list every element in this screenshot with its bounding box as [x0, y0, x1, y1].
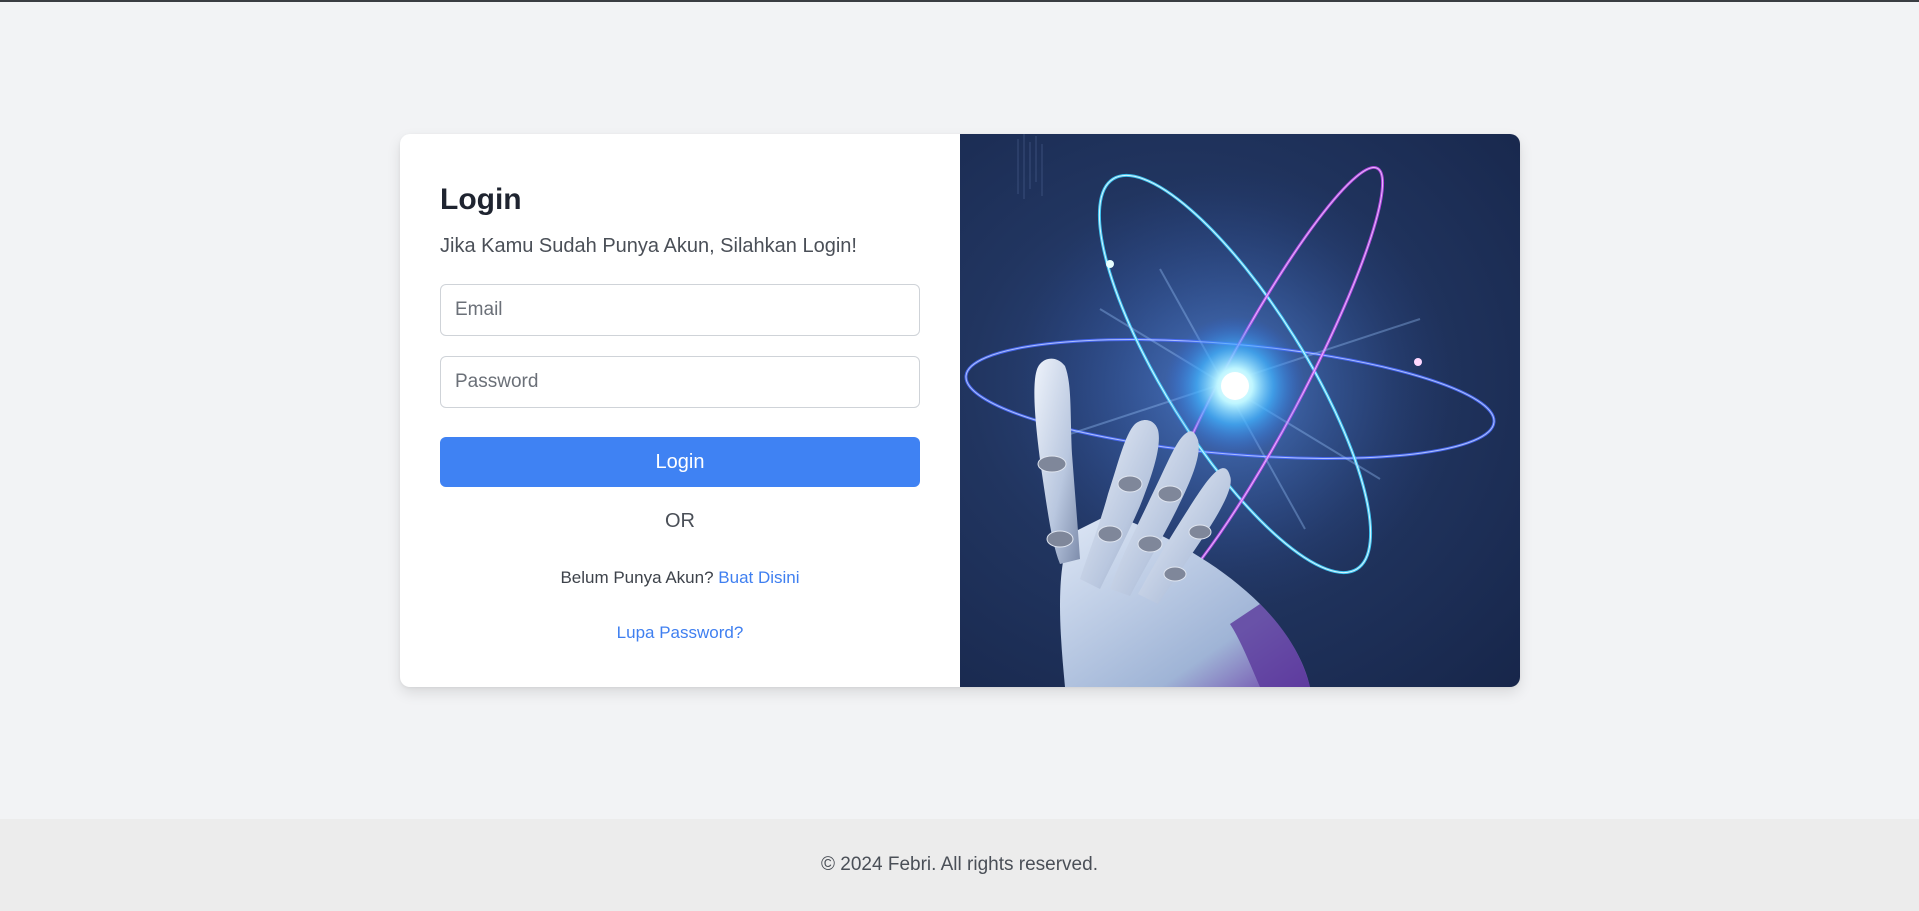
- login-form: Login Jika Kamu Sudah Punya Akun, Silahk…: [400, 134, 960, 687]
- or-divider-text: OR: [665, 510, 695, 532]
- copyright-text: © 2024 Febri. All rights reserved.: [821, 854, 1098, 875]
- login-card: Login Jika Kamu Sudah Punya Akun, Silahk…: [400, 134, 1520, 687]
- hero-image: [960, 134, 1520, 687]
- forgot-password-link[interactable]: Lupa Password?: [617, 623, 744, 642]
- login-button[interactable]: Login: [440, 437, 920, 487]
- login-subtitle: Jika Kamu Sudah Punya Akun, Silahkan Log…: [440, 235, 857, 257]
- email-field[interactable]: [440, 284, 920, 336]
- register-prompt-text: Belum Punya Akun?: [560, 568, 714, 587]
- top-border: [0, 0, 1919, 2]
- forgot-password-line: Lupa Password?: [440, 623, 920, 643]
- register-link[interactable]: Buat Disini: [718, 568, 799, 587]
- robot-hand-atom-illustration: [964, 134, 1496, 687]
- page-title: Login: [440, 183, 522, 216]
- register-prompt-line: Belum Punya Akun? Buat Disini: [440, 568, 920, 588]
- password-field[interactable]: [440, 356, 920, 408]
- page-footer: © 2024 Febri. All rights reserved.: [0, 819, 1919, 911]
